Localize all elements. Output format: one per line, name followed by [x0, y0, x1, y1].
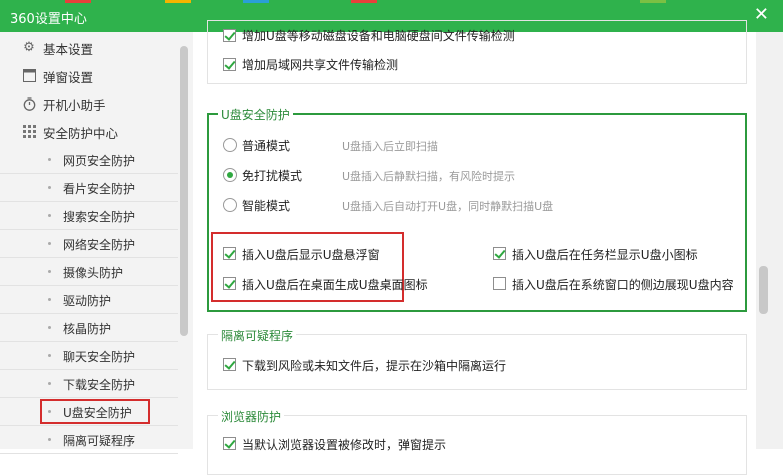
active-highlight	[40, 399, 150, 424]
option-label: 插入U盘后在桌面生成U盘桌面图标	[242, 278, 428, 292]
mode-description: U盘插入后自动打开U盘，同时静默扫描U盘	[342, 200, 554, 213]
color-strip	[243, 0, 269, 3]
bullet	[48, 158, 51, 161]
bullet	[48, 326, 51, 329]
lan-share-checkbox[interactable]	[223, 58, 236, 71]
mode-description: U盘插入后静默扫描，有风险时提示	[342, 170, 516, 183]
gear-icon: ⚙	[23, 40, 35, 55]
sidebar-item-basic-settings[interactable]: ⚙ 基本设置	[0, 34, 178, 62]
bullet	[48, 354, 51, 357]
color-strip	[65, 0, 91, 3]
sidebar-item-network-protection[interactable]: 网络安全防护	[0, 230, 178, 258]
sidebar-item-label: 弹窗设置	[43, 69, 94, 85]
color-strip	[640, 0, 666, 3]
sidebar-item-label: 聊天安全防护	[63, 350, 136, 364]
browser-change-checkbox[interactable]	[223, 437, 236, 450]
sidebar-item-security-center[interactable]: 安全防护中心	[0, 118, 178, 146]
bullet	[48, 186, 51, 189]
bullet	[48, 298, 51, 301]
mode-description: U盘插入后立即扫描	[342, 140, 439, 153]
option-label: 插入U盘后显示U盘悬浮窗	[242, 248, 380, 262]
group-title: U盘安全防护	[218, 106, 293, 123]
sidebar-item-label: 开机小助手	[43, 97, 106, 113]
normal-mode-radio[interactable]	[223, 138, 237, 152]
color-strip	[456, 0, 482, 3]
sidebar-item-label: 搜索安全防护	[63, 210, 136, 224]
bullet	[48, 438, 51, 441]
sidebar-item-label: 网页安全防护	[63, 154, 136, 168]
option-label: 插入U盘后在任务栏显示U盘小图标	[512, 248, 698, 262]
sidebar-item-core-protection[interactable]: 核晶防护	[0, 314, 178, 342]
sidebar-item-label: 摄像头防护	[63, 266, 124, 280]
mode-label: 免打扰模式	[242, 169, 303, 183]
bullet	[48, 270, 51, 273]
usb-taskbar-icon-checkbox[interactable]	[493, 247, 506, 260]
sidebar-item-camera-protection[interactable]: 摄像头防护	[0, 258, 178, 286]
grid-icon	[22, 125, 36, 139]
main-scrollbar-thumb[interactable]	[759, 266, 768, 314]
sidebar-item-label: 驱动防护	[63, 294, 112, 308]
bullet	[48, 382, 51, 385]
sidebar-item-popup-settings[interactable]: 弹窗设置	[0, 62, 178, 90]
sidebar-item-search-protection[interactable]: 搜索安全防护	[0, 202, 178, 230]
option-label: 当默认浏览器设置被修改时，弹窗提示	[242, 438, 447, 452]
sidebar-item-label: 核晶防护	[63, 322, 112, 336]
sidebar-item-chat-protection[interactable]: 聊天安全防护	[0, 342, 178, 370]
option-label: 插入U盘后在系统窗口的侧边展现U盘内容	[512, 278, 734, 292]
window-icon	[22, 69, 36, 83]
sidebar-item-web-protection[interactable]: 网页安全防护	[0, 146, 178, 174]
close-icon[interactable]: ✕	[754, 4, 769, 25]
usb-desktop-icon-checkbox[interactable]	[223, 277, 236, 290]
window-title: 360设置中心	[10, 12, 87, 27]
bullet	[48, 242, 51, 245]
mode-label: 智能模式	[242, 199, 291, 213]
sidebar-item-driver-protection[interactable]: 驱动防护	[0, 286, 178, 314]
sidebar-item-isolate-suspicious[interactable]: 隔离可疑程序	[0, 426, 178, 454]
group-title: 隔离可疑程序	[218, 327, 297, 344]
stopwatch-icon	[22, 97, 36, 111]
sidebar-item-label: 看片安全防护	[63, 182, 136, 196]
sidebar-item-video-protection[interactable]: 看片安全防护	[0, 174, 178, 202]
usb-float-window-checkbox[interactable]	[223, 247, 236, 260]
mode-label: 普通模式	[242, 139, 291, 153]
option-label: 增加U盘等移动磁盘设备和电脑硬盘间文件传输检测	[242, 29, 515, 43]
smart-mode-radio[interactable]	[223, 198, 237, 212]
sidebar-item-label: 基本设置	[43, 41, 94, 57]
sidebar-item-download-protection[interactable]: 下载安全防护	[0, 370, 178, 398]
bullet	[48, 214, 51, 217]
sidebar-item-label: 网络安全防护	[63, 238, 136, 252]
group-title: 浏览器防护	[218, 408, 285, 425]
sandbox-isolate-checkbox[interactable]	[223, 358, 236, 371]
color-strip	[165, 0, 191, 3]
sidebar-scrollbar-thumb[interactable]	[180, 46, 188, 336]
sidebar-item-label: 安全防护中心	[43, 125, 119, 141]
usb-side-content-checkbox[interactable]	[493, 277, 506, 290]
main-scrollbar[interactable]	[756, 32, 783, 449]
sidebar-item-startup-helper[interactable]: 开机小助手	[0, 90, 178, 118]
sidebar-item-label: 下载安全防护	[63, 378, 136, 392]
no-disturb-mode-radio[interactable]	[223, 168, 237, 182]
color-strip	[351, 0, 377, 3]
transfer-detection-checkbox[interactable]	[223, 29, 236, 42]
sidebar-item-label: 隔离可疑程序	[63, 434, 136, 448]
option-label: 下载到风险或未知文件后，提示在沙箱中隔离运行	[242, 359, 507, 373]
option-label: 增加局域网共享文件传输检测	[242, 58, 399, 72]
